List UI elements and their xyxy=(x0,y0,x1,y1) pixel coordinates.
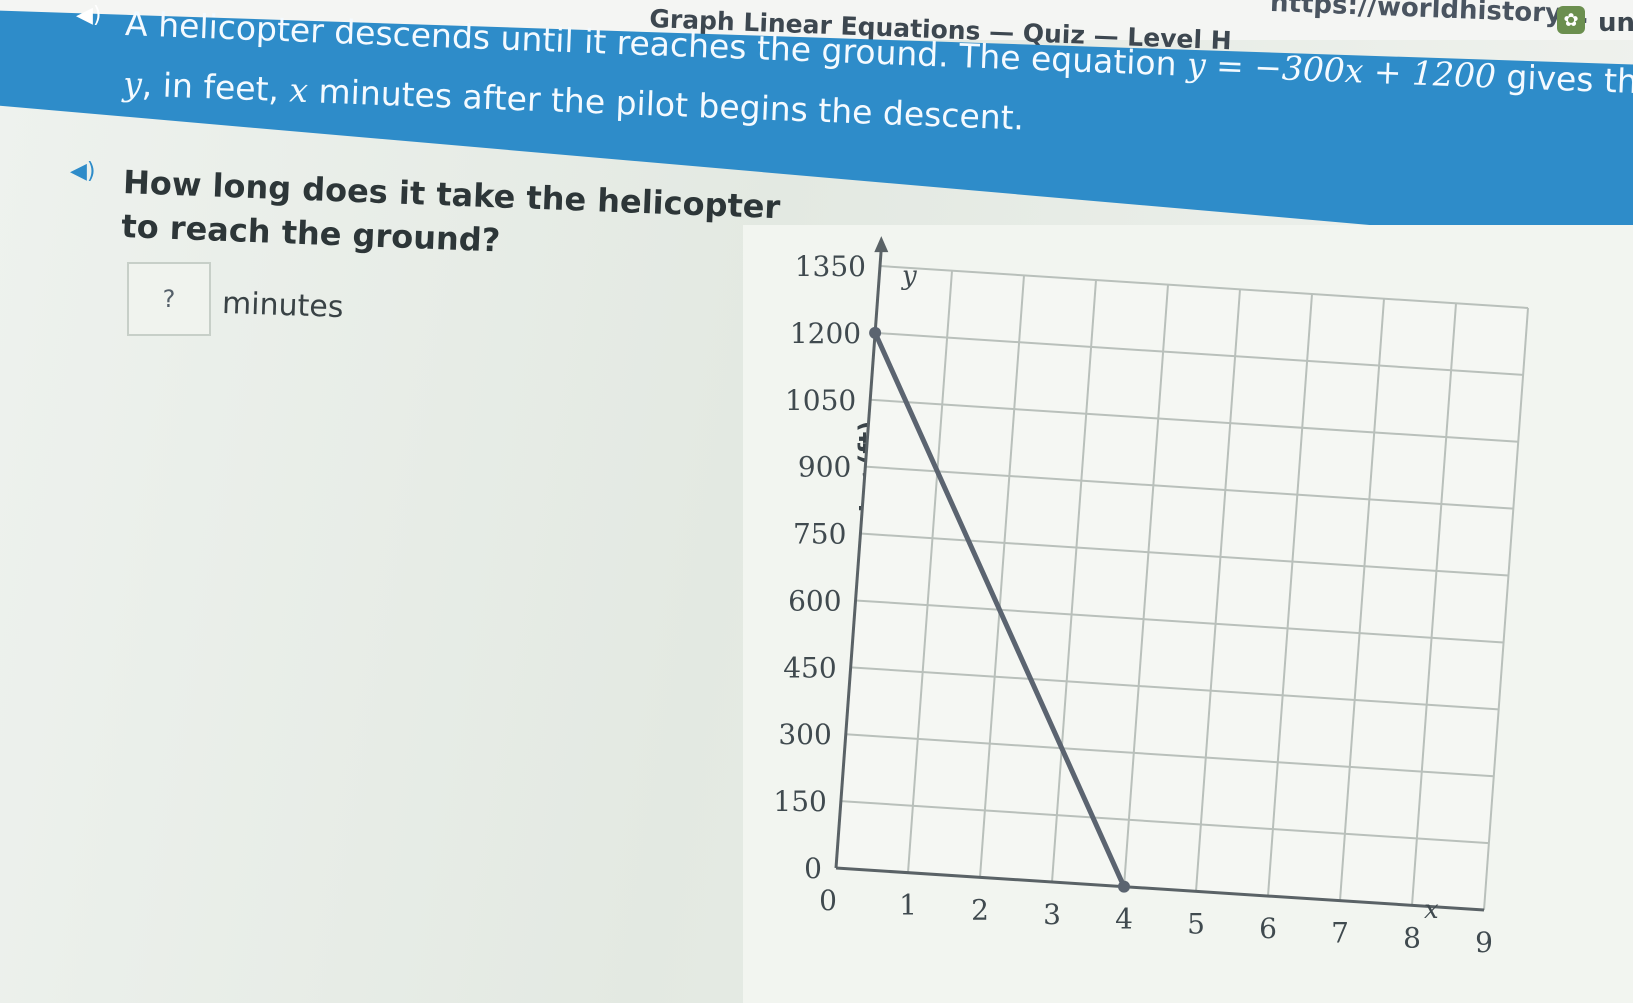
x-tick-label: 1 xyxy=(899,889,917,922)
x-tick-label: 2 xyxy=(971,893,989,926)
y-tick-label: 300 xyxy=(778,718,831,751)
x-tick-label: 4 xyxy=(1115,903,1133,936)
x-tick-label: 5 xyxy=(1187,907,1205,940)
x-tick-label: 3 xyxy=(1043,898,1061,931)
y-tick-label: 600 xyxy=(788,584,841,617)
y-tick-label: 150 xyxy=(773,785,826,818)
y-tick-label: 900 xyxy=(798,451,851,484)
x-axis-name: x xyxy=(1424,895,1439,925)
plot-area xyxy=(836,266,1528,910)
y-axis-name: y xyxy=(901,261,917,291)
y-tick-label: 0 xyxy=(804,852,822,885)
x-tick-label: 7 xyxy=(1331,917,1349,950)
x-tick-label: 6 xyxy=(1259,912,1277,945)
y-axis-arrow xyxy=(874,236,889,253)
y-tick-label: 750 xyxy=(793,518,846,551)
y-tick-label: 1050 xyxy=(785,384,856,417)
line-chart: 0 150 300 450 600 750 900 1050 1200 1350 0 1 2 3 4 5 6 7 8… xyxy=(773,236,1529,959)
y-tick-label: 450 xyxy=(783,651,836,684)
y-tick-label: 1350 xyxy=(795,250,866,283)
data-point xyxy=(1118,880,1130,893)
data-point xyxy=(869,326,882,339)
x-tick-label: 9 xyxy=(1475,926,1493,959)
x-tick-label: 0 xyxy=(819,884,837,917)
x-tick-label: 8 xyxy=(1403,921,1421,954)
y-tick-label: 1200 xyxy=(790,317,861,350)
